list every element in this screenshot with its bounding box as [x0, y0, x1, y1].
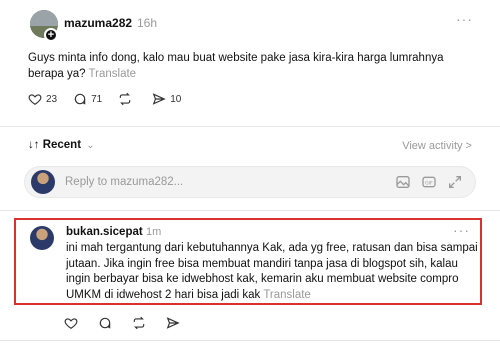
svg-text:GIF: GIF [425, 180, 433, 186]
share-button[interactable]: 10 [152, 92, 181, 106]
like-count: 23 [46, 93, 58, 105]
reply-input[interactable]: Reply to mazuma282... GIF [24, 166, 476, 198]
comment-text: ini mah tergantung dari kebutuhannya Kak… [66, 241, 478, 303]
post: + mazuma282 16h ··· Guys minta info dong… [0, 0, 500, 126]
avatar[interactable] [30, 226, 54, 250]
reply-tools: GIF [395, 174, 463, 190]
post-actions: 23 71 10 [28, 92, 197, 106]
comment-username[interactable]: bukan.sicepat [66, 226, 143, 238]
avatar [31, 170, 55, 194]
send-icon [152, 93, 166, 105]
share-count: 10 [170, 93, 182, 105]
divider [0, 210, 500, 211]
translate-link[interactable]: Translate [263, 289, 311, 301]
post-time: 16h [137, 16, 158, 30]
sort-dropdown[interactable]: ↓↑ Recent ⌄ [28, 139, 95, 151]
repost-icon[interactable] [132, 316, 146, 330]
comment-actions [64, 316, 180, 330]
more-options-icon[interactable]: ··· [453, 222, 470, 238]
send-icon[interactable] [166, 316, 180, 330]
post-text: Guys minta info dong, kalo mau buat webs… [28, 50, 468, 82]
comment-count: 71 [91, 93, 103, 105]
image-icon[interactable] [395, 174, 411, 190]
comment-button[interactable]: 71 [73, 92, 102, 106]
avatar-sky [30, 10, 58, 26]
reply-placeholder: Reply to mazuma282... [65, 176, 184, 188]
comment-icon[interactable] [98, 316, 112, 330]
expand-icon[interactable] [447, 174, 463, 190]
like-button[interactable]: 23 [28, 92, 57, 106]
comment-highlighted: bukan.sicepat 1m ··· ini mah tergantung … [14, 218, 482, 305]
repost-button[interactable] [118, 92, 136, 106]
gif-icon[interactable]: GIF [421, 174, 437, 190]
heart-icon[interactable] [64, 316, 78, 330]
chevron-down-icon: ⌄ [86, 140, 95, 151]
follow-plus-icon[interactable]: + [44, 28, 58, 42]
divider [0, 340, 500, 341]
post-username[interactable]: mazuma282 [64, 16, 132, 30]
repost-icon [120, 92, 131, 106]
comment-time: 1m [146, 226, 162, 238]
comment-icon [74, 93, 86, 105]
heart-icon [28, 94, 42, 105]
view-activity-link[interactable]: View activity > [402, 140, 472, 152]
translate-link[interactable]: Translate [89, 68, 137, 80]
divider [0, 126, 500, 127]
sort-label: ↓↑ Recent [28, 139, 82, 151]
more-options-icon[interactable]: ··· [456, 11, 473, 27]
